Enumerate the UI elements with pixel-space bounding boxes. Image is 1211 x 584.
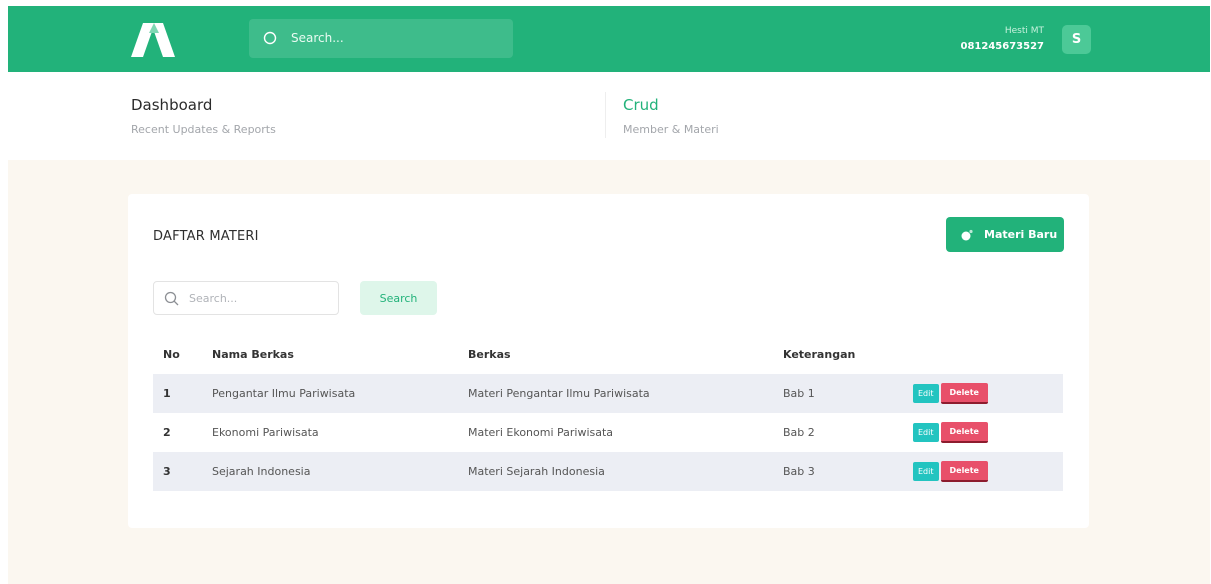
nav-crud-subtitle: Member & Materi bbox=[623, 123, 719, 136]
cell-berkas: Materi Sejarah Indonesia bbox=[468, 452, 783, 491]
top-search-placeholder: Search... bbox=[291, 31, 344, 45]
cell-berkas: Materi Ekonomi Pariwisata bbox=[468, 426, 614, 439]
cell-actions: Edit Delete bbox=[913, 452, 1063, 491]
search-icon bbox=[263, 31, 277, 45]
user-phone: 081245673527 bbox=[960, 41, 1045, 52]
header-berkas: Berkas bbox=[468, 348, 511, 361]
header-keterangan: Keterangan bbox=[783, 348, 856, 361]
table-search-input[interactable]: Search... bbox=[153, 281, 339, 315]
cell-no: 1 bbox=[153, 374, 212, 413]
cell-no: 2 bbox=[163, 426, 171, 439]
nav-dashboard-title: Dashboard bbox=[131, 96, 213, 114]
nav-dashboard[interactable]: Dashboard Recent Updates & Reports bbox=[131, 96, 276, 136]
edit-button[interactable]: Edit bbox=[913, 462, 939, 481]
top-search-input[interactable]: Search... bbox=[249, 19, 513, 58]
delete-button[interactable]: Delete bbox=[940, 383, 988, 404]
top-navbar: Search... Hesti MT 081245673527 S bbox=[8, 6, 1210, 72]
materi-card: DAFTAR MATERI Materi Baru Search... Sear… bbox=[128, 194, 1089, 528]
header-actions bbox=[913, 335, 1063, 374]
edit-button[interactable]: Edit bbox=[913, 384, 939, 403]
edit-button[interactable]: Edit bbox=[913, 423, 939, 442]
table-header-row: No Nama Berkas Berkas Keterangan bbox=[153, 335, 1063, 374]
table-row: 2 Ekonomi Pariwisata Materi Ekonomi Pari… bbox=[153, 413, 1063, 452]
nav-crud-title: Crud bbox=[623, 96, 659, 114]
search-button[interactable]: Search bbox=[360, 281, 437, 315]
header-nama-berkas: Nama Berkas bbox=[212, 348, 294, 361]
cell-keterangan: Bab 1 bbox=[783, 374, 913, 413]
cell-berkas: Materi Pengantar Ilmu Pariwisata bbox=[468, 374, 783, 413]
cell-actions: Edit Delete bbox=[913, 374, 1063, 413]
card-title: DAFTAR MATERI bbox=[153, 229, 259, 244]
user-name: Hesti MT bbox=[1004, 26, 1044, 36]
cell-keterangan: Bab 2 bbox=[783, 426, 815, 439]
cell-keterangan: Bab 3 bbox=[783, 452, 913, 491]
search-icon bbox=[164, 291, 179, 306]
materi-baru-label: Materi Baru bbox=[984, 228, 1058, 241]
cell-nama-berkas: Sejarah Indonesia bbox=[212, 452, 468, 491]
table-row: 1 Pengantar Ilmu Pariwisata Materi Penga… bbox=[153, 374, 1063, 413]
cell-actions: Edit Delete bbox=[913, 413, 1063, 452]
sub-navigation: Dashboard Recent Updates & Reports Crud … bbox=[0, 72, 1211, 160]
delete-button[interactable]: Delete bbox=[940, 422, 988, 443]
nav-divider bbox=[605, 92, 606, 138]
cell-nama-berkas: Ekonomi Pariwisata bbox=[212, 426, 319, 439]
delete-button[interactable]: Delete bbox=[940, 461, 988, 482]
table-row: 3 Sejarah Indonesia Materi Sejarah Indon… bbox=[153, 452, 1063, 491]
cell-nama-berkas: Pengantar Ilmu Pariwisata bbox=[212, 374, 468, 413]
avatar[interactable]: S bbox=[1062, 25, 1091, 54]
header-no: No bbox=[163, 348, 180, 361]
table-search-placeholder: Search... bbox=[189, 292, 238, 305]
materi-table: No Nama Berkas Berkas Keterangan 1 Penga… bbox=[153, 335, 1063, 491]
nav-crud[interactable]: Crud Member & Materi bbox=[623, 96, 719, 136]
materi-baru-button[interactable]: Materi Baru bbox=[946, 217, 1064, 252]
nav-dashboard-subtitle: Recent Updates & Reports bbox=[131, 123, 276, 136]
add-icon bbox=[961, 229, 973, 240]
cell-no: 3 bbox=[153, 452, 212, 491]
logo-icon[interactable] bbox=[129, 23, 179, 57]
